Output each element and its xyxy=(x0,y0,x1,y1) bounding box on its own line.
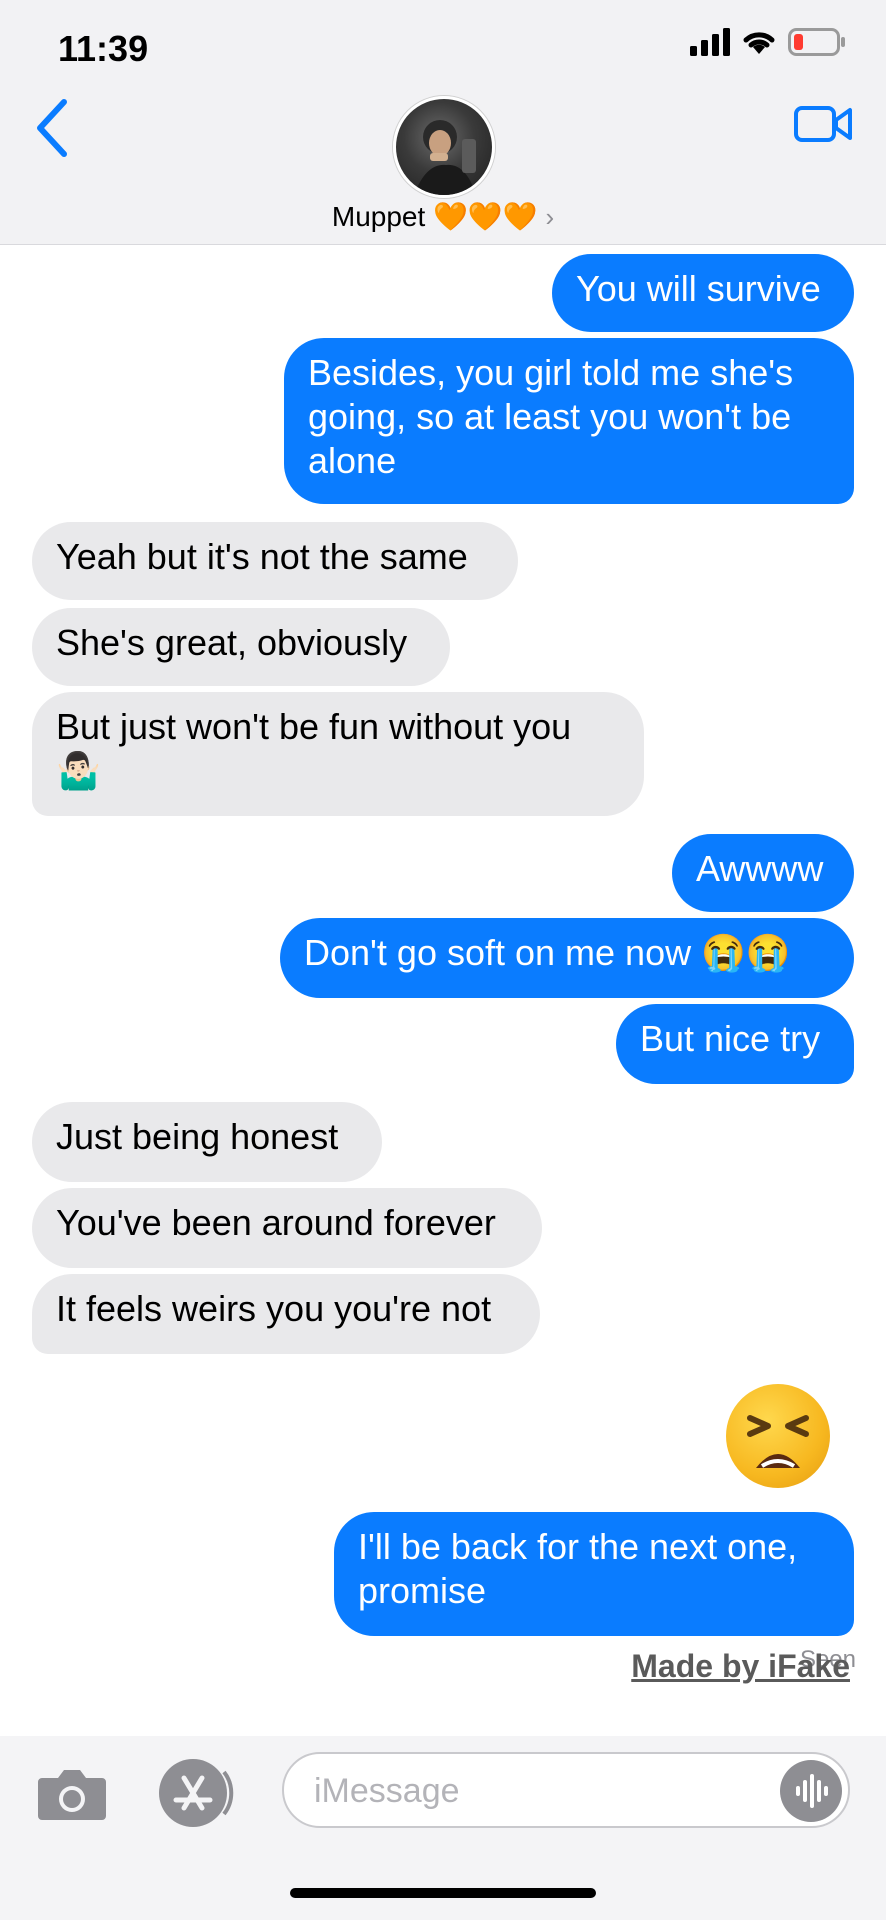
message-bubble-sent[interactable]: You will survive xyxy=(552,254,854,332)
signal-icon xyxy=(690,28,730,56)
message-bubble-received[interactable]: It feels weirs you you're not xyxy=(32,1274,540,1354)
message-bubble-received[interactable]: But just won't be fun without you 🤷🏻‍♂️ xyxy=(32,692,644,816)
video-call-icon[interactable] xyxy=(794,104,852,144)
weary-face-icon xyxy=(747,1415,809,1468)
message-bubble-sent[interactable]: But nice try xyxy=(616,1004,854,1084)
message-bubble-sent[interactable]: Awwww xyxy=(672,834,854,912)
message-bubble-sent[interactable]: Besides, you girl told me she's going, s… xyxy=(284,338,854,504)
home-indicator[interactable] xyxy=(290,1888,596,1898)
back-chevron-icon[interactable] xyxy=(34,98,70,158)
avatar-photo xyxy=(414,120,476,195)
contact-avatar[interactable] xyxy=(393,96,495,198)
message-bubble-received[interactable]: Yeah but it's not the same xyxy=(32,522,518,600)
audio-message-button[interactable] xyxy=(780,1760,842,1822)
contact-name-row[interactable]: Muppet 🧡🧡🧡 › xyxy=(0,200,886,233)
message-bubble-sent[interactable]: Don't go soft on me now 😭😭 xyxy=(280,918,854,998)
audio-waveform-icon xyxy=(796,1774,828,1808)
app-store-icon[interactable] xyxy=(154,1758,238,1828)
camera-icon[interactable] xyxy=(36,1766,108,1822)
message-bubble-received[interactable]: She's great, obviously xyxy=(32,608,450,686)
status-time: 11:39 xyxy=(58,28,149,69)
conversation-header: 11:39 Muppet 🧡🧡🧡 › xyxy=(0,0,886,245)
battery-icon xyxy=(788,28,845,56)
wifi-icon xyxy=(743,32,775,54)
message-bubble-received[interactable]: You've been around forever xyxy=(32,1188,542,1268)
imessage-placeholder: iMessage xyxy=(314,1772,460,1810)
chevron-right-icon: › xyxy=(545,202,555,232)
weary-face-emoji[interactable]: 😫 xyxy=(726,1384,830,1488)
watermark: Made by iFake xyxy=(631,1648,850,1684)
status-icons xyxy=(690,28,846,56)
contact-hearts: 🧡🧡🧡 xyxy=(433,201,538,232)
contact-name: Muppet xyxy=(331,201,426,232)
imessage-input[interactable]: iMessage xyxy=(282,1752,850,1828)
message-bubble-received[interactable]: Just being honest xyxy=(32,1102,382,1182)
message-bubble-sent[interactable]: I'll be back for the next one, promise xyxy=(334,1512,854,1636)
